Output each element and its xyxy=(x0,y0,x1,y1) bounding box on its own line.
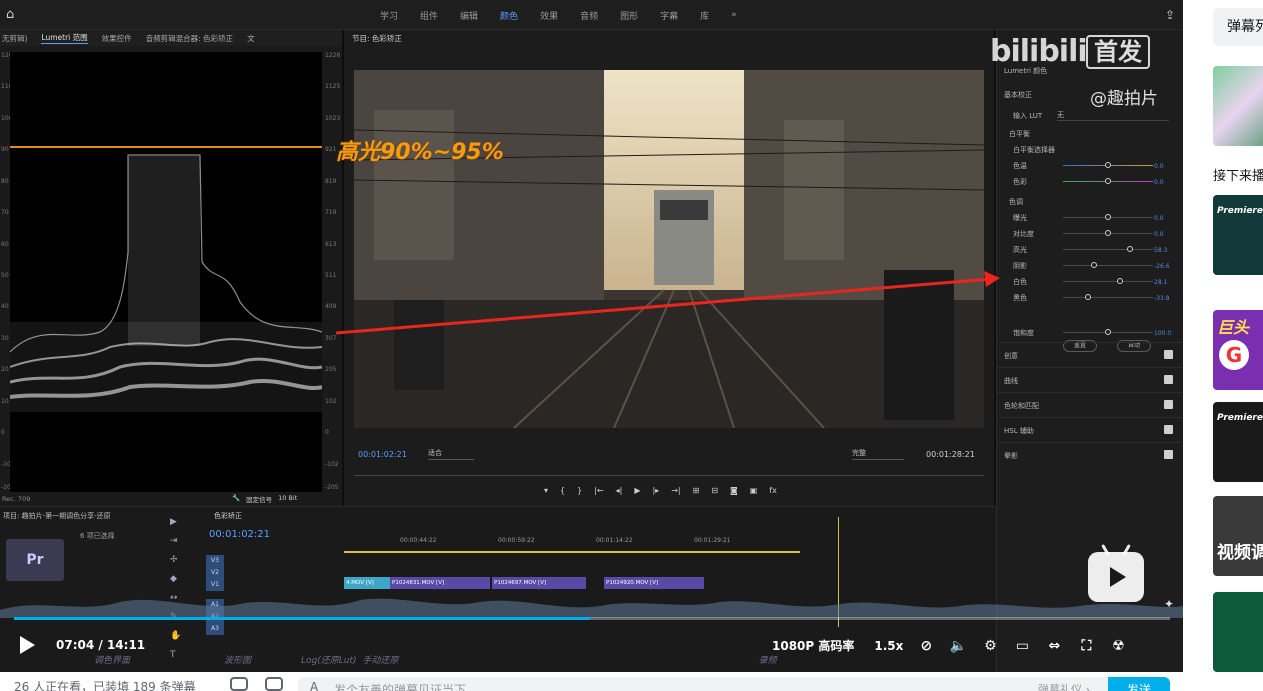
quality-button[interactable]: 1080P 高码率 xyxy=(772,637,854,654)
chapter-labels: 调色界面 波形图 Log(还原Lut) 手动还原 录频 xyxy=(0,653,1183,672)
danmaku-input[interactable]: 发个友善的弹幕见证当下 xyxy=(334,681,466,691)
play-button[interactable] xyxy=(20,636,35,654)
recommend-thumb[interactable] xyxy=(1213,592,1263,672)
danmaku-list-button[interactable]: 弹幕列 xyxy=(1213,8,1263,46)
recommend-thumb[interactable] xyxy=(1213,66,1263,146)
annotation-arrow xyxy=(335,271,1000,335)
total-time: 14:11 xyxy=(106,638,146,652)
danmaku-toggle-icon[interactable] xyxy=(230,677,248,691)
chapter-label[interactable]: 波形图 xyxy=(130,653,251,672)
player-right-controls: 1080P 高码率 1.5x ⊘ 🔈 ⚙ ▭ ⇔ ⛶ ☢ xyxy=(772,637,1127,654)
thumb-title: 视频调 xyxy=(1217,543,1263,563)
thumb-title: 巨头 xyxy=(1217,318,1250,337)
audio-waveform xyxy=(0,598,1183,618)
volume-icon[interactable]: 🔈 xyxy=(949,638,967,654)
video-info-bar: 26 人正在看，已装填 189 条弹幕 A 发个友善的弹幕见证当下 弹幕礼仪 ›… xyxy=(0,672,1183,691)
video-player[interactable]: ⌂ 学习 组件 编辑 颜色 效果 音频 图形 字幕 库 » ⇪ 无剪辑) Lum… xyxy=(0,0,1183,672)
danmaku-etiquette-link[interactable]: 弹幕礼仪 › xyxy=(1038,681,1090,691)
danmaku-input-box[interactable]: A 发个友善的弹幕见证当下 弹幕礼仪 › 发送 xyxy=(298,677,1170,691)
current-time: 07:04 xyxy=(56,638,95,652)
danmaku-settings-icon[interactable] xyxy=(265,677,283,691)
recommend-thumb[interactable]: 巨头 G xyxy=(1213,310,1263,390)
danmaku-toggle-icon[interactable]: ⊘ xyxy=(917,638,935,654)
picture-in-picture-icon[interactable]: ▭ xyxy=(1013,638,1031,654)
chapter-label[interactable]: 调色界面 xyxy=(0,653,130,672)
progress-bar[interactable] xyxy=(14,617,1170,620)
fullscreen-icon[interactable]: ☢ xyxy=(1109,638,1127,654)
chapter-label[interactable]: 手动还原 xyxy=(357,653,399,672)
settings-gear-icon[interactable]: ⚙ xyxy=(981,638,999,654)
font-style-icon[interactable]: A xyxy=(310,680,318,691)
chapter-label[interactable]: Log(还原Lut) xyxy=(251,653,357,672)
send-button[interactable]: 发送 xyxy=(1108,677,1170,691)
progress-fill xyxy=(14,617,590,620)
web-fullscreen-icon[interactable]: ⛶ xyxy=(1077,638,1095,654)
viewer-count: 26 人正在看，已装填 189 条弹幕 xyxy=(14,680,196,691)
google-logo-icon: G xyxy=(1219,340,1249,370)
progress-end-icon[interactable]: ✦ xyxy=(1164,597,1174,617)
right-sidebar: 弹幕列 接下来播 Premiere 风格化 巨头 G Premiere 二级调 … xyxy=(1183,0,1263,691)
recommend-thumb[interactable]: 视频调 xyxy=(1213,496,1263,576)
chapter-label[interactable]: 录频 xyxy=(399,653,777,672)
widescreen-icon[interactable]: ⇔ xyxy=(1045,638,1063,654)
thumb-title: Premiere 二级调 xyxy=(1217,413,1263,423)
time-display: 07:04 / 14:11 xyxy=(56,638,146,652)
page-root: ⌂ 学习 组件 编辑 颜色 效果 音频 图形 字幕 库 » ⇪ 无剪辑) Lum… xyxy=(0,0,1263,691)
speed-button[interactable]: 1.5x xyxy=(874,639,903,653)
recommend-thumb[interactable]: Premiere 二级调 xyxy=(1213,402,1263,482)
thumb-title: Premiere 风格化 xyxy=(1217,206,1263,216)
recommend-thumb[interactable]: Premiere 风格化 xyxy=(1213,195,1263,275)
up-next-label: 接下来播 xyxy=(1213,169,1263,184)
